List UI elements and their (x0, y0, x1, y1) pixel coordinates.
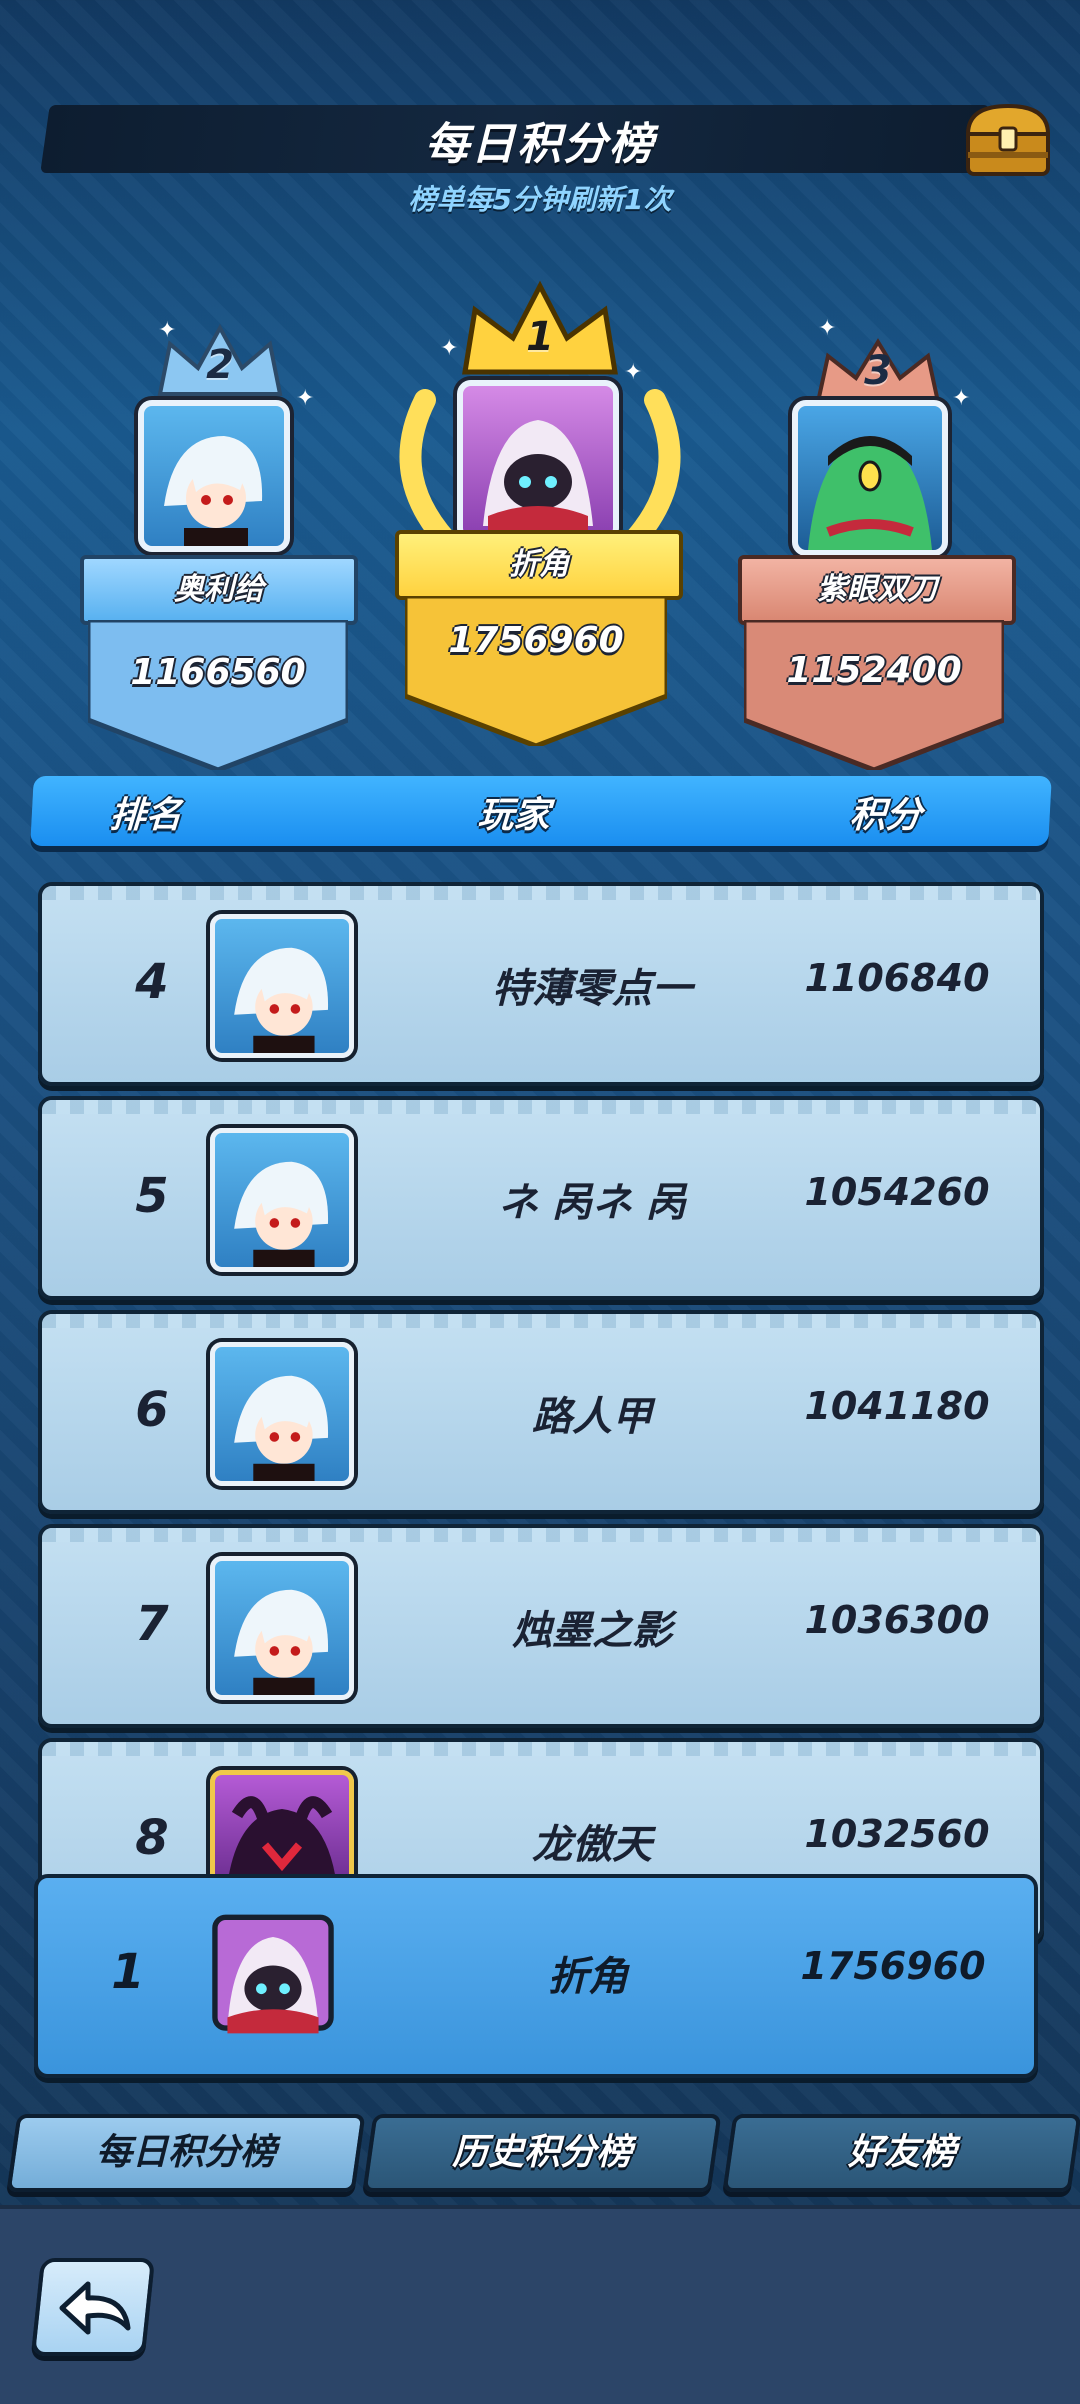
sparkle-icon: ✦ (624, 360, 643, 385)
avatar[interactable] (457, 380, 619, 542)
sparkle-icon: ✦ (818, 316, 837, 341)
row-score: 1054260 (804, 1170, 990, 1214)
podium-third[interactable]: 3 紫眼双刀 1152400 (738, 300, 1018, 770)
podium-rank: 3 (864, 348, 892, 394)
tab-friends-leaderboard[interactable]: 好友榜 (722, 2114, 1080, 2192)
podium-name: 奥利给 (80, 555, 358, 625)
avatar[interactable] (210, 1556, 354, 1700)
dragon-portrait-icon (808, 436, 932, 550)
back-arrow-icon (59, 2281, 131, 2335)
row-rank: 1 (111, 1944, 145, 2000)
table-row[interactable]: 5 ネ 呙ネ 呙 1054260 (38, 1096, 1044, 1300)
tab-label: 好友榜 (847, 2132, 956, 2173)
bottom-bar (0, 2205, 1080, 2404)
hero-portrait-icon (234, 1375, 329, 1481)
page-title: 每日积分榜 (425, 119, 655, 170)
refresh-note: 榜单每5分钟刷新1次 (408, 183, 672, 216)
score-shield (88, 620, 348, 770)
row-score: 1041180 (804, 1384, 990, 1428)
hero-portrait-icon (212, 1914, 334, 2034)
avatar[interactable] (210, 1342, 354, 1486)
row-player-name: 龙傲天 (532, 1822, 652, 1868)
row-rank: 8 (135, 1810, 169, 1866)
row-player-name: 折角 (548, 1954, 628, 2000)
table-row[interactable]: 4 特薄零点一 1106840 (38, 882, 1044, 1086)
my-rank-row[interactable]: 1 折角 1756960 (34, 1874, 1038, 2078)
sparkle-icon: ✦ (952, 386, 971, 411)
podium-rank: 2 (206, 342, 234, 388)
score-shield (744, 620, 1004, 770)
list-header: 排名 玩家 积分 (30, 776, 1052, 846)
row-rank: 5 (135, 1168, 169, 1224)
hero-portrait-icon (483, 420, 593, 536)
tab-daily-leaderboard[interactable]: 每日积分榜 (6, 2114, 366, 2192)
back-button[interactable] (30, 2258, 156, 2356)
tab-history-leaderboard[interactable]: 历史积分榜 (362, 2114, 722, 2192)
row-rank: 7 (135, 1596, 169, 1652)
podium-name: 折角 (395, 530, 683, 600)
hero-portrait-icon (164, 436, 263, 546)
sparkle-icon: ✦ (296, 386, 315, 411)
row-rank: 6 (135, 1382, 169, 1438)
podium-rank: 1 (526, 314, 554, 360)
avatar[interactable] (210, 914, 354, 1058)
row-player-name: 特薄零点一 (492, 966, 692, 1012)
row-player-name: 烛墨之影 (512, 1608, 672, 1654)
row-player-name: ネ 呙ネ 呙 (498, 1180, 686, 1226)
avatar[interactable] (138, 400, 290, 552)
podium-second[interactable]: 2 奥利给 1166560 (80, 300, 360, 770)
score-shield (405, 596, 667, 746)
tab-label: 历史积分榜 (451, 2132, 632, 2173)
avatar[interactable] (210, 1128, 354, 1272)
row-score: 1106840 (804, 956, 990, 1000)
column-rank: 排名 (108, 795, 183, 836)
tab-label: 每日积分榜 (95, 2132, 276, 2173)
row-score: 1756960 (800, 1944, 986, 1988)
sparkle-icon: ✦ (440, 336, 459, 361)
avatar[interactable] (206, 1900, 340, 2040)
table-row[interactable]: 7 烛墨之影 1036300 (38, 1524, 1044, 1728)
hero-portrait-icon (234, 947, 329, 1053)
podium-name: 紫眼双刀 (738, 555, 1016, 625)
hero-portrait-icon (234, 1161, 329, 1267)
hero-portrait-icon (234, 1589, 329, 1695)
row-score: 1032560 (804, 1812, 990, 1856)
avatar[interactable] (792, 400, 948, 556)
podium-score: 1152400 (786, 650, 962, 691)
podium-score: 1166560 (130, 652, 306, 693)
row-rank: 4 (135, 954, 169, 1010)
table-row[interactable]: 6 路人甲 1041180 (38, 1310, 1044, 1514)
podium-score: 1756960 (448, 620, 624, 661)
column-score: 积分 (848, 795, 923, 836)
podium-first[interactable]: 1 折角 1756960 (395, 280, 685, 750)
row-player-name: 路人甲 (532, 1394, 652, 1440)
column-player: 玩家 (476, 795, 551, 836)
row-score: 1036300 (804, 1598, 990, 1642)
treasure-chest-icon[interactable] (962, 100, 1054, 180)
sparkle-icon: ✦ (158, 318, 177, 343)
